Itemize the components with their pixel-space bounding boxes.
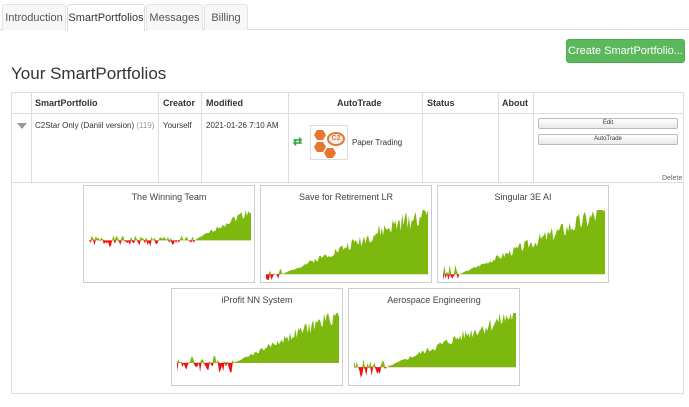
autotrade-button[interactable]: AutoTrade [538,134,678,145]
modified-value: 2021-01-26 7:10 AM [206,121,279,130]
chart-title: The Winning Team [131,192,207,202]
hex-shape [314,142,326,152]
chart-title: Singular 3E AI [494,192,552,202]
gain-area [266,210,428,275]
tab-bar: Introduction SmartPortfolios Messages Bi… [0,0,689,31]
portfolio-table: SmartPortfolio Creator Modified AutoTrad… [11,92,684,394]
chart-title: Save for Retirement LR [298,192,394,202]
gain-area [443,210,605,275]
tab-messages[interactable]: Messages [146,4,203,30]
gain-area [89,210,251,241]
header-modified: Modified [206,98,243,108]
portfolio-name-text: C2Star Only (Daniil version) [35,121,135,130]
performance-chart [266,210,428,280]
loss-area [177,362,339,373]
create-smartportfolio-button[interactable]: Create SmartPortfolio... [566,39,685,63]
chart-card[interactable]: Aerospace Engineering [348,288,520,386]
portfolio-name[interactable]: C2Star Only (Daniil version) (119) [35,121,154,130]
loss-area [89,240,251,247]
gain-area [177,313,339,363]
header-smartportfolio: SmartPortfolio [35,98,98,108]
c2-logo-icon: C2 [310,125,348,160]
chart-card[interactable]: The Winning Team [83,185,255,283]
performance-chart [443,210,605,280]
table-row: C2Star Only (Daniil version) (119) Yours… [12,114,683,183]
autotrade-value: Paper Trading [352,138,403,147]
performance-chart [89,210,251,247]
swap-arrows-icon: ⇄ [293,136,303,148]
tab-introduction[interactable]: Introduction [2,4,66,30]
loss-area [443,274,605,280]
c2-badge: C2 [327,132,345,146]
hex-shape [324,148,336,158]
creator-value: Yourself [163,121,192,130]
chart-card[interactable]: Singular 3E AI [437,185,609,283]
edit-button[interactable]: Edit [538,118,678,129]
header-status: Status [427,98,455,108]
hex-shape [314,130,326,140]
performance-chart [177,313,339,373]
loss-area [354,367,516,378]
delete-link[interactable]: Delete [662,175,682,182]
page-title: Your SmartPortfolios [11,64,167,83]
loss-area [266,274,428,280]
gain-area [354,313,516,368]
expand-toggle-icon[interactable] [17,123,27,129]
chart-card[interactable]: iProfit NN System [171,288,343,386]
tab-smartportfolios[interactable]: SmartPortfolios [67,4,145,31]
chart-card[interactable]: Save for Retirement LR [260,185,432,283]
tab-billing[interactable]: Billing [204,4,248,30]
performance-chart [354,313,516,378]
header-about: About [502,98,528,108]
portfolio-count: (119) [136,121,155,130]
header-autotrade: AutoTrade [337,98,382,108]
chart-title: Aerospace Engineering [387,295,481,305]
chart-title: iProfit NN System [221,295,293,305]
header-creator: Creator [163,98,196,108]
table-header: SmartPortfolio Creator Modified AutoTrad… [12,93,683,114]
